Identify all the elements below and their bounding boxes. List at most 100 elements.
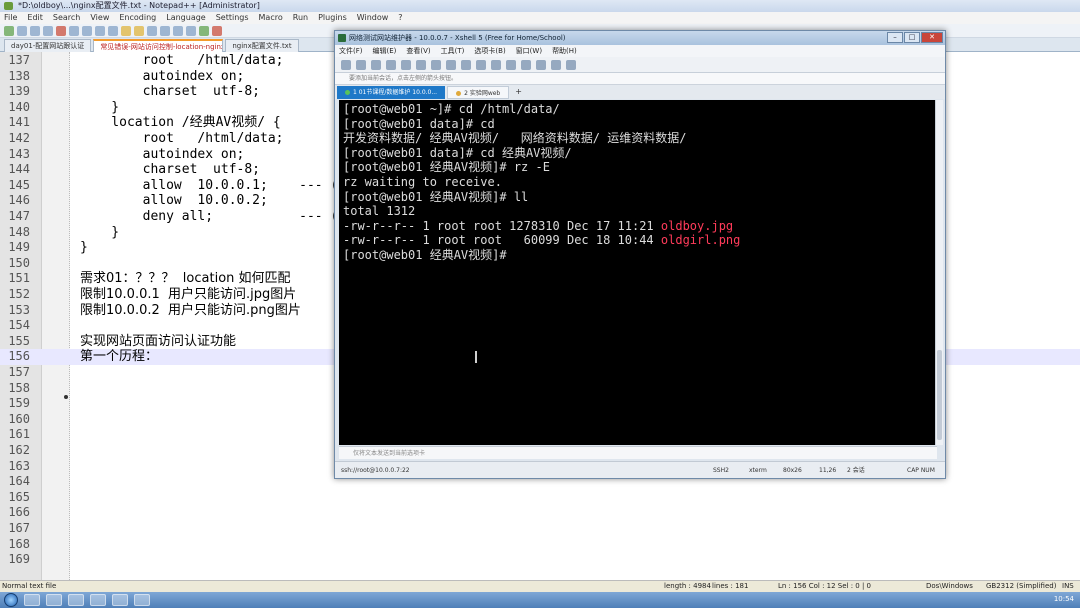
paste-icon[interactable] <box>108 26 118 36</box>
menu-plugins[interactable]: Plugins <box>318 12 347 24</box>
xshell-address-bar[interactable]: 要添加当前会话，点击左侧的箭头按钮。 <box>335 73 945 85</box>
zoom-out-icon[interactable] <box>186 26 196 36</box>
lock-icon[interactable] <box>506 60 516 70</box>
open-file-icon[interactable] <box>17 26 27 36</box>
menu-edit[interactable]: Edit <box>27 12 43 24</box>
xs-menu-window[interactable]: 窗口(W) <box>516 45 542 57</box>
taskbar-browser-icon[interactable] <box>46 594 62 606</box>
line-number: 165 <box>8 489 30 504</box>
menu-help[interactable]: ? <box>398 12 402 24</box>
layout-icon[interactable] <box>551 60 561 70</box>
terminal-line: [root@web01 data]# cd <box>343 117 933 132</box>
save-all-icon[interactable] <box>43 26 53 36</box>
menu-macro[interactable]: Macro <box>259 12 283 24</box>
redo-icon[interactable] <box>134 26 144 36</box>
menu-settings[interactable]: Settings <box>216 12 249 24</box>
xs-menu-view[interactable]: 查看(V) <box>406 45 430 57</box>
xs-menu-help[interactable]: 帮助(H) <box>552 45 577 57</box>
terminal-line: [root@web01 经典AV视频]# <box>343 248 933 263</box>
compose-bar[interactable]: 仅将文本发送到当前选项卡 <box>339 446 937 459</box>
editor-line[interactable]: 168 <box>0 537 1080 553</box>
open-session-icon[interactable] <box>356 60 366 70</box>
cut-icon[interactable] <box>82 26 92 36</box>
line-number: 168 <box>8 536 30 551</box>
new-session-icon[interactable] <box>341 60 351 70</box>
run-macro-icon[interactable] <box>199 26 209 36</box>
editor-line[interactable]: 169 <box>0 552 1080 568</box>
record-macro-icon[interactable] <box>212 26 222 36</box>
line-number: 143 <box>8 146 30 161</box>
terminal-text: rz waiting to receive. <box>343 174 502 189</box>
line-number: 151 <box>8 271 30 286</box>
taskbar-notepadpp-icon[interactable] <box>68 594 84 606</box>
terminal-text: [root@web01 ~]# cd /html/data/ <box>343 102 560 116</box>
xs-menu-tools[interactable]: 工具(T) <box>441 45 465 57</box>
start-button[interactable] <box>4 593 18 607</box>
print-icon[interactable] <box>69 26 79 36</box>
find-icon[interactable] <box>147 26 157 36</box>
terminal-output[interactable]: [root@web01 ~]# cd /html/data/[root@web0… <box>339 100 937 445</box>
taskbar-app-icon[interactable] <box>112 594 128 606</box>
minimize-button[interactable]: – <box>887 32 903 43</box>
maximize-button[interactable]: □ <box>904 32 920 43</box>
session-tab[interactable]: 1 01节课程/数据维护 10.0.0... <box>337 86 446 99</box>
reconnect-icon[interactable] <box>371 60 381 70</box>
menu-run[interactable]: Run <box>293 12 308 24</box>
terminal-text: -rw-r--r-- 1 root root 1278310 Dec 17 11… <box>343 218 661 233</box>
new-file-icon[interactable] <box>4 26 14 36</box>
line-text: location /经典AV视频/ { <box>80 115 281 131</box>
taskbar-explorer-icon[interactable] <box>24 594 40 606</box>
paste-icon[interactable] <box>416 60 426 70</box>
session-tab[interactable]: 2 实验网web <box>447 86 510 99</box>
menu-search[interactable]: Search <box>53 12 80 24</box>
tab-file-2[interactable]: 常见错误-网站访问控制-location-nginx-匹配 <box>93 39 224 52</box>
copy-icon[interactable] <box>95 26 105 36</box>
line-number: 139 <box>8 84 30 99</box>
menu-view[interactable]: View <box>90 12 109 24</box>
fullscreen-icon[interactable] <box>521 60 531 70</box>
xshell-title-bar[interactable]: 网络测试网站维护器 - 10.0.0.7 - Xshell 5 (Free fo… <box>335 31 945 45</box>
close-file-icon[interactable] <box>56 26 66 36</box>
editor-line[interactable]: 165 <box>0 490 1080 506</box>
xs-menu-file[interactable]: 文件(F) <box>339 45 363 57</box>
menu-encoding[interactable]: Encoding <box>119 12 156 24</box>
menu-file[interactable]: File <box>4 12 17 24</box>
editor-line[interactable]: 166 <box>0 505 1080 521</box>
font-icon[interactable] <box>491 60 501 70</box>
undo-icon[interactable] <box>121 26 131 36</box>
editor-line[interactable]: 167 <box>0 521 1080 537</box>
save-icon[interactable] <box>30 26 40 36</box>
compose-icon[interactable] <box>536 60 546 70</box>
line-text: } <box>80 99 120 115</box>
terminal-line: [root@web01 ~]# cd /html/data/ <box>343 102 933 117</box>
transfer-icon[interactable] <box>461 60 471 70</box>
taskbar-app-icon[interactable] <box>134 594 150 606</box>
menu-window[interactable]: Window <box>357 12 389 24</box>
connected-status-icon <box>345 90 350 95</box>
copy-icon[interactable] <box>401 60 411 70</box>
disconnect-icon[interactable] <box>386 60 396 70</box>
text-cursor-icon <box>475 351 477 363</box>
find-icon[interactable] <box>431 60 441 70</box>
xs-menu-edit[interactable]: 编辑(E) <box>373 45 397 57</box>
line-text: } <box>80 240 88 256</box>
close-button[interactable]: ✕ <box>921 32 943 43</box>
add-tab-button[interactable]: + <box>511 85 526 99</box>
scrollbar-thumb[interactable] <box>937 350 942 440</box>
terminal-lines: [root@web01 ~]# cd /html/data/[root@web0… <box>343 102 933 263</box>
replace-icon[interactable] <box>160 26 170 36</box>
xs-menu-tabs[interactable]: 选项卡(B) <box>474 45 505 57</box>
zoom-in-icon[interactable] <box>173 26 183 36</box>
print-icon[interactable] <box>446 60 456 70</box>
tab-file-3[interactable]: nginx配置文件.txt <box>225 39 299 52</box>
menu-language[interactable]: Language <box>166 12 205 24</box>
status-cursor-pos: 11,26 <box>819 467 837 474</box>
tab-file-1[interactable]: day01-配置网站跟认证 <box>4 39 92 52</box>
terminal-scrollbar[interactable] <box>935 100 943 445</box>
script-icon[interactable] <box>476 60 486 70</box>
xshell-tabbar: 1 01节课程/数据维护 10.0.0... 2 实验网web + <box>335 85 945 99</box>
terminal-line: [root@web01 经典AV视频]# rz -E <box>343 160 933 175</box>
status-position: Ln : 156 Col : 12 Sel : 0 | 0 <box>778 582 872 590</box>
taskbar-xshell-icon[interactable] <box>90 594 106 606</box>
help-icon[interactable] <box>566 60 576 70</box>
